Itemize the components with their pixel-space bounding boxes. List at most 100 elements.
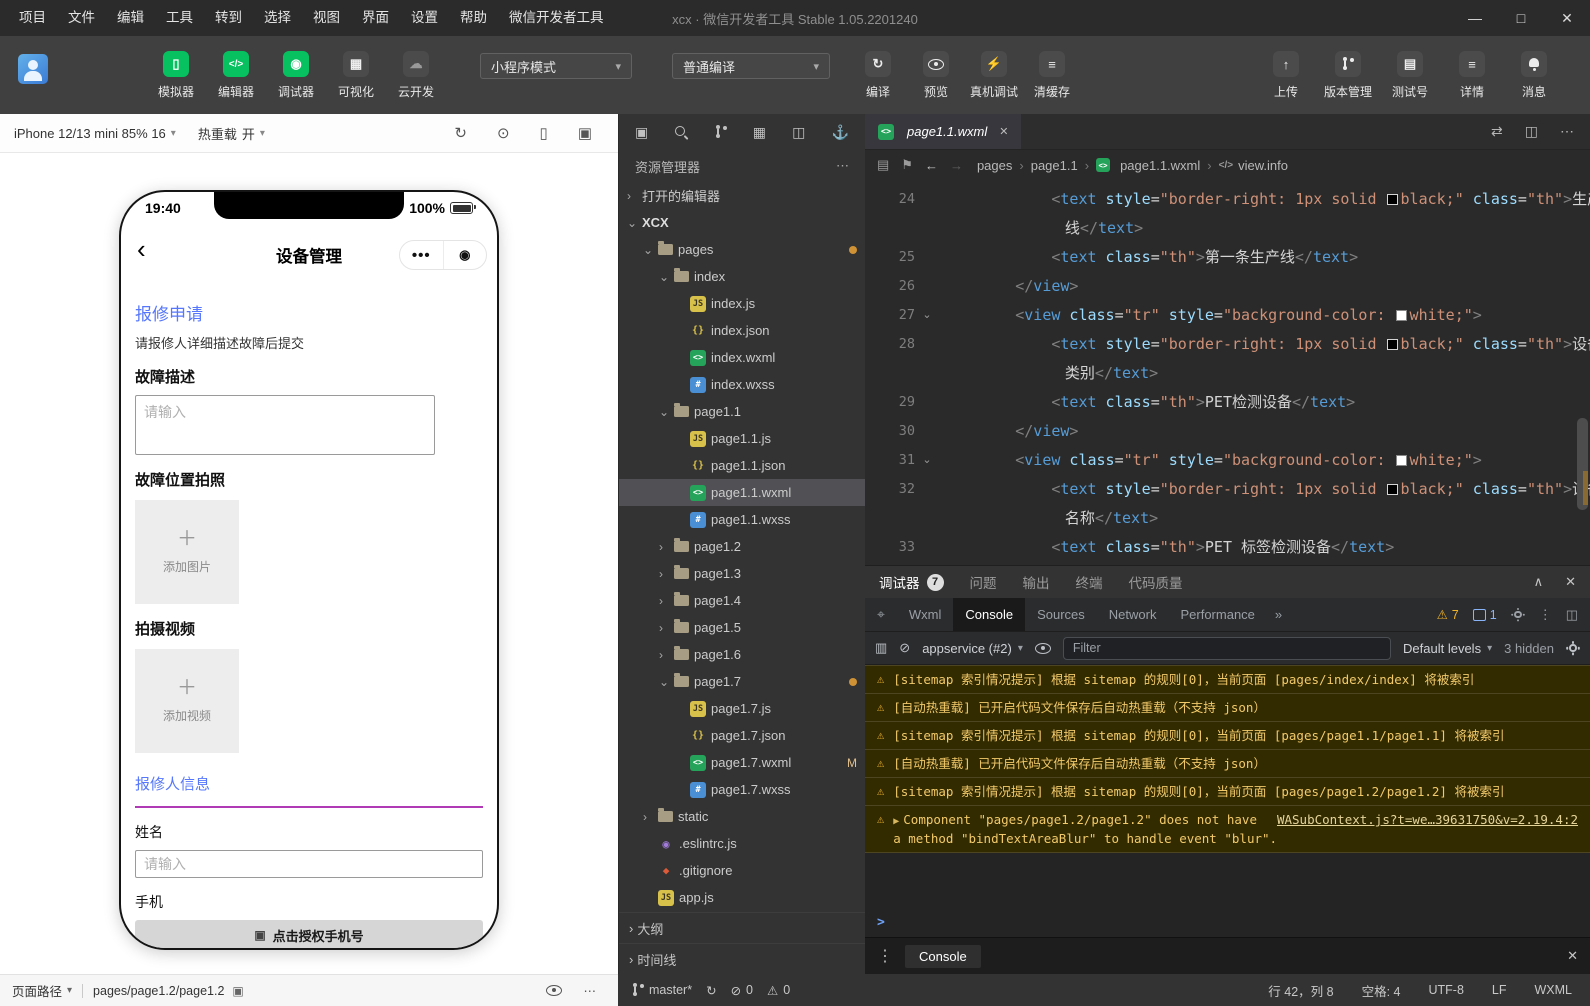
menu-界面[interactable]: 界面 <box>351 0 400 36</box>
menu-编辑[interactable]: 编辑 <box>106 0 155 36</box>
drawer-console-tab[interactable]: Console <box>905 944 981 968</box>
devtools-tab-Wxml[interactable]: Wxml <box>897 598 954 631</box>
add-video-button[interactable]: ＋ 添加视频 <box>135 649 239 753</box>
breadcrumb-item-pages[interactable]: pages <box>977 158 1012 173</box>
mode-select[interactable]: 小程序模式 ▾ <box>480 53 632 79</box>
log-levels-select[interactable]: Default levels ▾ <box>1403 641 1492 656</box>
visual-button[interactable]: ▦ 可视化 <box>328 51 384 100</box>
drawer-menu-icon[interactable]: ⋮ <box>877 946 893 966</box>
debugger-button[interactable]: ◉ 调试器 <box>268 51 324 100</box>
tree-item-page1.3[interactable]: › page1.3 <box>619 560 865 587</box>
breadcrumb-item-page1.1.wxml[interactable]: <> page1.1.wxml <box>1096 158 1200 173</box>
more-icon[interactable]: ⋯ <box>1560 123 1574 140</box>
auth-phone-button[interactable]: ▣ 点击授权手机号 <box>135 920 483 948</box>
git-branch-item[interactable]: master* <box>632 983 692 997</box>
tree-item-page1.7.wxml[interactable]: <> page1.7.wxml M <box>619 749 865 776</box>
preview-eye-icon[interactable] <box>545 985 562 996</box>
error-count[interactable]: ⊘ 0 <box>731 983 753 998</box>
name-input[interactable]: 请输入 <box>135 850 483 878</box>
breadcrumb-item-view.info[interactable]: </> view.info <box>1219 158 1288 173</box>
menu-工具[interactable]: 工具 <box>155 0 204 36</box>
warning-count[interactable]: ⚠ 0 <box>767 983 790 998</box>
outline-icon[interactable]: ▤ <box>877 157 889 173</box>
section-大纲[interactable]: › 大纲 <box>619 912 865 943</box>
tree-item-page1.1.wxml[interactable]: <> page1.1.wxml <box>619 479 865 506</box>
console-source-link[interactable]: WASubContext.js?t=we…39631750&v=2.19.4:2 <box>1277 811 1578 828</box>
tree-item-page1.1[interactable]: ⌄ page1.1 <box>619 398 865 425</box>
expand-arrow-icon[interactable]: ▶ <box>893 816 899 827</box>
tree-item-XCX[interactable]: ⌄ XCX <box>619 209 865 236</box>
menu-视图[interactable]: 视图 <box>302 0 351 36</box>
tree-item-打开的编辑器[interactable]: › 打开的编辑器 <box>619 182 865 209</box>
more-icon[interactable]: ⋯ <box>584 983 597 998</box>
fold-icon[interactable]: ⌄ <box>915 453 939 466</box>
statusbar-language-mode[interactable]: WXML <box>1535 981 1573 1000</box>
capsule-more-button[interactable]: ••• <box>400 241 443 269</box>
tree-item-page1.7.json[interactable]: {} page1.7.json <box>619 722 865 749</box>
tree-item-page1.4[interactable]: › page1.4 <box>619 587 865 614</box>
details-button[interactable]: ≡ 详情 <box>1444 51 1500 100</box>
console-sidebar-icon[interactable]: ▥ <box>875 640 887 656</box>
clear-cache-button[interactable]: ≡ 清缓存 <box>1024 51 1080 100</box>
tree-item-index.js[interactable]: JS index.js <box>619 290 865 317</box>
tree-item-page1.7.js[interactable]: JS page1.7.js <box>619 695 865 722</box>
tree-item-.eslintrc.js[interactable]: ◉ .eslintrc.js <box>619 830 865 857</box>
tree-item-page1.1.js[interactable]: JS page1.1.js <box>619 425 865 452</box>
maximize-button[interactable]: □ <box>1498 0 1544 36</box>
statusbar-eol[interactable]: LF <box>1492 981 1507 1000</box>
nav-back-icon[interactable]: ← <box>925 158 938 173</box>
extensions-icon[interactable]: ▦ <box>753 124 766 141</box>
upload-button[interactable]: ↑ 上传 <box>1258 51 1314 100</box>
device-frame-icon[interactable]: ▯ <box>540 124 548 142</box>
sync-icon[interactable]: ↻ <box>706 983 716 998</box>
tree-item-page1.7[interactable]: ⌄ page1.7 <box>619 668 865 695</box>
issue-count-badge[interactable]: 1 <box>1472 608 1497 622</box>
back-icon[interactable]: ‹ <box>137 234 146 265</box>
tab-page1-1-wxml[interactable]: <> page1.1.wxml ✕ <box>865 114 1022 149</box>
menu-微信开发者工具[interactable]: 微信开发者工具 <box>498 0 615 36</box>
preview-button[interactable]: 预览 <box>908 51 964 100</box>
screenshot-icon[interactable]: ▣ <box>578 124 592 142</box>
device-select[interactable]: iPhone 12/13 mini 85% 16 ▾ <box>14 126 176 141</box>
tree-item-pages[interactable]: ⌄ pages <box>619 236 865 263</box>
console-prompt[interactable]: > <box>865 908 1590 937</box>
console-settings-icon[interactable] <box>1566 641 1580 655</box>
editor-button[interactable]: </> 编辑器 <box>208 51 264 100</box>
user-avatar[interactable] <box>18 54 48 84</box>
sync-icon[interactable]: ⇄ <box>1491 123 1503 140</box>
inspect-element-icon[interactable]: ⌖ <box>865 606 897 623</box>
close-panel-icon[interactable]: ✕ <box>1565 574 1576 590</box>
capsule-home-button[interactable]: ◉ <box>442 241 487 269</box>
test-account-button[interactable]: ▤ 测试号 <box>1382 51 1438 100</box>
messages-button[interactable]: 消息 <box>1506 51 1562 100</box>
live-expression-eye-icon[interactable] <box>1034 642 1051 654</box>
search-icon[interactable] <box>674 125 688 139</box>
statusbar-line-col[interactable]: 行 42，列 8 <box>1268 981 1333 1000</box>
debugger-tab-输出[interactable]: 输出 <box>1023 572 1050 592</box>
tree-item-page1.5[interactable]: › page1.5 <box>619 614 865 641</box>
hot-reload-select[interactable]: 热重载 开 ▾ <box>198 124 265 143</box>
simulator-button[interactable]: ▯ 模拟器 <box>148 51 204 100</box>
tab-overflow-icon[interactable]: » <box>1267 607 1290 622</box>
menu-转到[interactable]: 转到 <box>204 0 253 36</box>
debugger-tab-终端[interactable]: 终端 <box>1076 572 1103 592</box>
real-device-debug-button[interactable]: ⚡ 真机调试 <box>966 51 1022 100</box>
cloud-dev-button[interactable]: ☁ 云开发 <box>388 51 444 100</box>
more-icon[interactable]: ⋯ <box>836 158 849 174</box>
dock-side-icon[interactable]: ◫ <box>1566 607 1578 623</box>
bookmark-icon[interactable]: ⚑ <box>901 157 913 173</box>
close-button[interactable]: ✕ <box>1544 0 1590 36</box>
stop-icon[interactable]: ⊙ <box>497 124 510 142</box>
minimize-button[interactable]: — <box>1452 0 1498 36</box>
close-drawer-icon[interactable]: ✕ <box>1567 948 1578 964</box>
breadcrumb-item-page1.1[interactable]: page1.1 <box>1031 158 1078 173</box>
menu-文件[interactable]: 文件 <box>57 0 106 36</box>
tree-item-index.wxss[interactable]: # index.wxss <box>619 371 865 398</box>
fold-icon[interactable]: ⌄ <box>915 308 939 321</box>
files-icon[interactable]: ▣ <box>635 124 648 141</box>
add-photo-button[interactable]: ＋ 添加图片 <box>135 500 239 604</box>
tree-item-index.json[interactable]: {} index.json <box>619 317 865 344</box>
menu-设置[interactable]: 设置 <box>400 0 449 36</box>
split-editor-icon[interactable]: ◫ <box>1525 123 1538 140</box>
menu-帮助[interactable]: 帮助 <box>449 0 498 36</box>
